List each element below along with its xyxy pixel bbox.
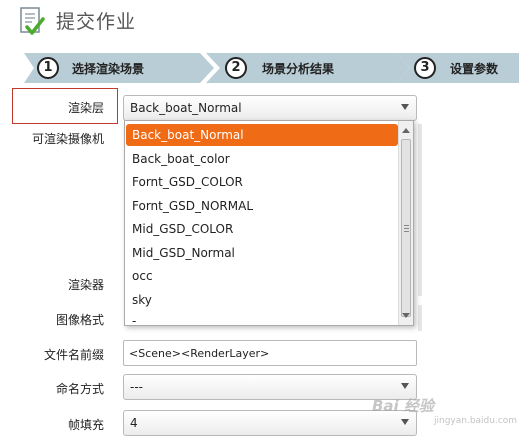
step-3[interactable]: 3 设置参数 bbox=[396, 53, 519, 83]
page-title: 提交作业 bbox=[56, 11, 137, 33]
file-prefix-label: 文件名前缀 bbox=[43, 348, 104, 362]
dropdown-option[interactable]: sky bbox=[126, 289, 398, 311]
dropdown-option[interactable]: Fornt_GSD_NORMAL bbox=[126, 195, 398, 217]
camera-list-edge bbox=[418, 124, 422, 276]
dropdown-option[interactable]: Mid_GSD_Normal bbox=[126, 242, 398, 264]
render-layer-value: Back_boat_Normal bbox=[130, 101, 242, 115]
grip-icon bbox=[404, 225, 409, 232]
step-1-label: 选择渲染场景 bbox=[72, 62, 145, 76]
render-layer-dropdown[interactable]: Back_boat_Normal Back_boat_color Fornt_G… bbox=[124, 120, 414, 326]
dropdown-scrollbar[interactable] bbox=[398, 121, 413, 325]
page-header: 提交作业 bbox=[0, 0, 519, 40]
dropdown-option[interactable]: - bbox=[126, 310, 398, 325]
dropdown-option[interactable]: Mid_GSD_COLOR bbox=[126, 218, 398, 240]
naming-label: 命名方式 bbox=[55, 382, 104, 396]
naming-value: --- bbox=[130, 380, 143, 394]
document-check-icon bbox=[20, 7, 45, 35]
chevron-down-icon bbox=[401, 383, 409, 389]
step-3-label: 设置参数 bbox=[450, 62, 499, 76]
render-layer-select[interactable]: Back_boat_Normal bbox=[123, 95, 417, 121]
file-prefix-input[interactable]: <Scene><RenderLayer> bbox=[123, 340, 417, 366]
frame-padding-label: 帧填充 bbox=[67, 418, 104, 432]
step-2[interactable]: 2 场景分析结果 bbox=[206, 53, 410, 83]
scroll-up-arrow-icon[interactable] bbox=[402, 128, 410, 133]
dropdown-option[interactable]: Fornt_GSD_COLOR bbox=[126, 171, 398, 193]
step-2-label: 场景分析结果 bbox=[262, 62, 335, 76]
scrollbar-thumb[interactable] bbox=[401, 139, 411, 317]
step-1-number: 1 bbox=[37, 57, 59, 79]
watermark-url: jingyan.baidu.com bbox=[434, 416, 518, 426]
image-format-label: 图像格式 bbox=[55, 313, 104, 327]
step-2-number: 2 bbox=[225, 57, 247, 79]
image-format-select-edge bbox=[418, 305, 422, 331]
renderer-select-edge bbox=[418, 270, 422, 296]
scroll-down-arrow-icon[interactable] bbox=[402, 313, 410, 318]
wizard-steps: 1 选择渲染场景 2 场景分析结果 3 设置参数 bbox=[24, 53, 519, 83]
frame-padding-value: 4 bbox=[130, 416, 138, 430]
watermark-logo: Bai 经验 bbox=[372, 397, 434, 415]
chevron-down-icon bbox=[401, 104, 409, 110]
chevron-down-icon bbox=[401, 419, 409, 425]
render-layer-label: 渲染层 bbox=[67, 101, 104, 115]
step-3-number: 3 bbox=[414, 57, 436, 79]
renderer-label: 渲染器 bbox=[67, 278, 104, 292]
renderable-camera-label: 可渲染摄像机 bbox=[31, 132, 104, 146]
dropdown-option[interactable]: Back_boat_Normal bbox=[126, 124, 398, 146]
dropdown-option[interactable]: Back_boat_color bbox=[126, 148, 398, 170]
step-1[interactable]: 1 选择渲染场景 bbox=[24, 53, 214, 83]
dropdown-option[interactable]: occ bbox=[126, 265, 398, 287]
